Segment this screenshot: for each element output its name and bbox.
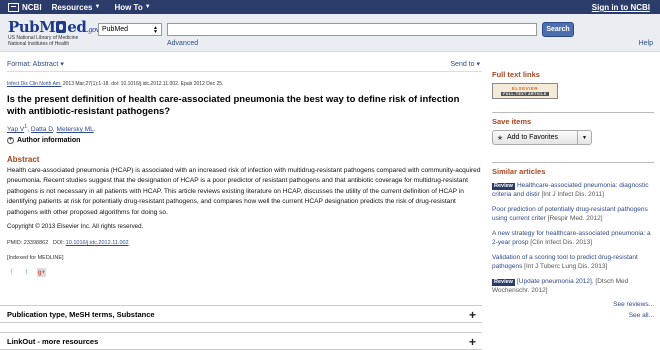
abstract-heading: Abstract <box>7 155 40 164</box>
save-items-heading: Save items <box>492 117 532 126</box>
pubmed-logo-mark-icon <box>56 21 67 33</box>
review-badge: Review <box>492 183 515 190</box>
copyright: Copyright © 2013 Elsevier Inc. All right… <box>7 223 144 230</box>
full-text-heading: Full text links <box>492 70 540 79</box>
nlm-caption[interactable]: US National Library of Medicine National… <box>8 35 78 47</box>
caret-down-icon: ▾ <box>476 61 480 68</box>
format-bar: Format: Abstract ▾ Send to ▾ <box>7 60 482 72</box>
expand-plus-icon: + <box>7 137 14 144</box>
pubmed-logo[interactable]: PubM ed.gov <box>8 18 100 36</box>
format-label: Format: Abstract <box>7 61 59 68</box>
similar-article[interactable]: Validation of a scoring tool to predict … <box>492 253 654 271</box>
resources-label: Resources <box>51 2 93 12</box>
similar-article[interactable]: Review [Update pneumonia 2012]. [Dtsch Me… <box>492 277 654 295</box>
caret-down-icon: ▼ <box>94 4 101 10</box>
similar-article-title[interactable]: [Update pneumonia 2012]. <box>517 278 594 285</box>
section-label: Publication type, MeSH terms, Substance <box>7 309 155 319</box>
social-share: f t g+ <box>7 268 46 277</box>
section-label: LinkOut - more resources <box>7 336 99 346</box>
ncbi-top-bar: NCBI Resources ▼ How To ▼ Sign in to NCB… <box>0 0 660 14</box>
section-linkout[interactable]: LinkOut - more resources + <box>0 332 482 350</box>
author-link[interactable]: Yap V <box>7 126 24 133</box>
advanced-search-link[interactable]: Advanced <box>167 40 198 47</box>
send-to-label: Send to <box>450 61 475 68</box>
facebook-icon[interactable]: f <box>7 268 16 277</box>
pmid: PMID: 23398862 <box>7 240 49 246</box>
doi-label: DOI: <box>52 240 66 246</box>
author-link[interactable]: Datta D <box>31 126 53 133</box>
author-affiliation-sup: 1 <box>24 124 28 130</box>
similar-article-source: [Int J Infect Dis. 2011] <box>539 191 604 198</box>
similar-articles-heading: Similar articles <box>492 167 546 176</box>
signin-link[interactable]: Sign in to NCBI <box>592 3 650 12</box>
pubmed-logo-pub: Pub <box>8 18 40 36</box>
indexed-status: [Indexed for MEDLINE] <box>7 255 64 261</box>
add-to-favorites-label: Add to Favorites <box>507 134 558 141</box>
caret-down-icon: ▼ <box>144 4 151 10</box>
format-selector[interactable]: Format: Abstract ▾ <box>7 60 64 68</box>
database-selected: PubMed <box>102 26 129 33</box>
star-icon: ★ <box>496 134 504 142</box>
citation: Infect Dis Clin North Am. 2013 Mar;27(1)… <box>7 81 482 87</box>
twitter-icon[interactable]: t <box>22 268 31 277</box>
section-publication-type[interactable]: Publication type, MeSH terms, Substance … <box>0 305 482 323</box>
howto-menu[interactable]: How To ▼ <box>114 3 150 12</box>
help-link[interactable]: Help <box>639 40 653 47</box>
nlm-line-2: National Institutes of Health <box>8 41 70 47</box>
journal-link[interactable]: Infect Dis Clin North Am. <box>7 81 61 87</box>
author-list: Yap V1, Datta D, Metersky ML. <box>7 124 96 134</box>
pmid-doi-line: PMID: 23398862 DOI: 10.1016/j.idc.2012.1… <box>7 240 129 246</box>
expand-plus-icon: + <box>468 308 476 322</box>
citation-details: 2013 Mar;27(1):1-18. doi: 10.1016/j.idc.… <box>61 81 224 87</box>
add-to-favorites-button[interactable]: ★ Add to Favorites ▼ <box>492 130 592 145</box>
select-arrows-icon: ▲ ▼ <box>153 24 158 35</box>
similar-article[interactable]: A new strategy for healthcare-associated… <box>492 229 654 247</box>
similar-article[interactable]: Review Healthcare-associated pneumonia: d… <box>492 181 654 199</box>
doi-link[interactable]: 10.1016/j.idc.2012.11.002 <box>66 240 129 246</box>
review-badge: Review <box>492 279 515 286</box>
search-header: PubM ed.gov US National Library of Medici… <box>0 14 660 52</box>
expand-plus-icon: + <box>468 335 476 349</box>
elsevier-logo-text: ELSEVIER <box>511 86 539 91</box>
full-text-links-panel: Full text links ELSEVIER FULL-TEXT ARTIC… <box>492 70 654 99</box>
database-select[interactable]: PubMed ▲ ▼ <box>98 23 162 36</box>
article-title: Is the present definition of health care… <box>7 94 460 117</box>
pubmed-logo-med: ed <box>67 18 87 36</box>
author-link[interactable]: Metersky ML <box>57 126 94 133</box>
similar-article[interactable]: Poor prediction of potentially drug-resi… <box>492 205 654 223</box>
ncbi-logo[interactable]: NCBI <box>8 2 42 12</box>
resources-menu[interactable]: Resources ▼ <box>52 3 101 12</box>
send-to-menu[interactable]: Send to ▾ <box>450 60 480 68</box>
save-items-panel: Save items ★ Add to Favorites ▼ <box>492 112 654 145</box>
abstract-text: Health care-associated pneumonia (HCAP) … <box>7 167 481 216</box>
author-information-toggle[interactable]: + Author information <box>7 137 80 144</box>
caret-down-icon: ▾ <box>60 61 64 68</box>
see-reviews-link[interactable]: See reviews... <box>492 301 654 308</box>
search-button[interactable]: Search <box>542 22 574 37</box>
search-input[interactable] <box>167 23 537 36</box>
similar-article-source: [Int J Tuberc Lung Dis. 2013] <box>522 263 608 270</box>
ncbi-logo-text: NCBI <box>22 2 42 12</box>
author-information-label: Author information <box>17 137 81 144</box>
elsevier-full-text-button[interactable]: ELSEVIER FULL-TEXT ARTICLE <box>492 83 558 99</box>
howto-label: How To <box>114 2 143 12</box>
similar-article-source: [Clin Infect Dis. 2013] <box>528 239 593 246</box>
dropdown-arrow-icon[interactable]: ▼ <box>577 131 591 144</box>
google-plus-icon[interactable]: g+ <box>37 268 46 277</box>
similar-article-source: [Respir Med. 2012] <box>545 215 603 222</box>
similar-articles-panel: Similar articles Review Healthcare-associ… <box>492 162 654 319</box>
elsevier-sub-text: FULL-TEXT ARTICLE <box>501 92 549 96</box>
ncbi-logo-icon <box>8 2 19 12</box>
see-all-link[interactable]: See all... <box>492 312 654 319</box>
